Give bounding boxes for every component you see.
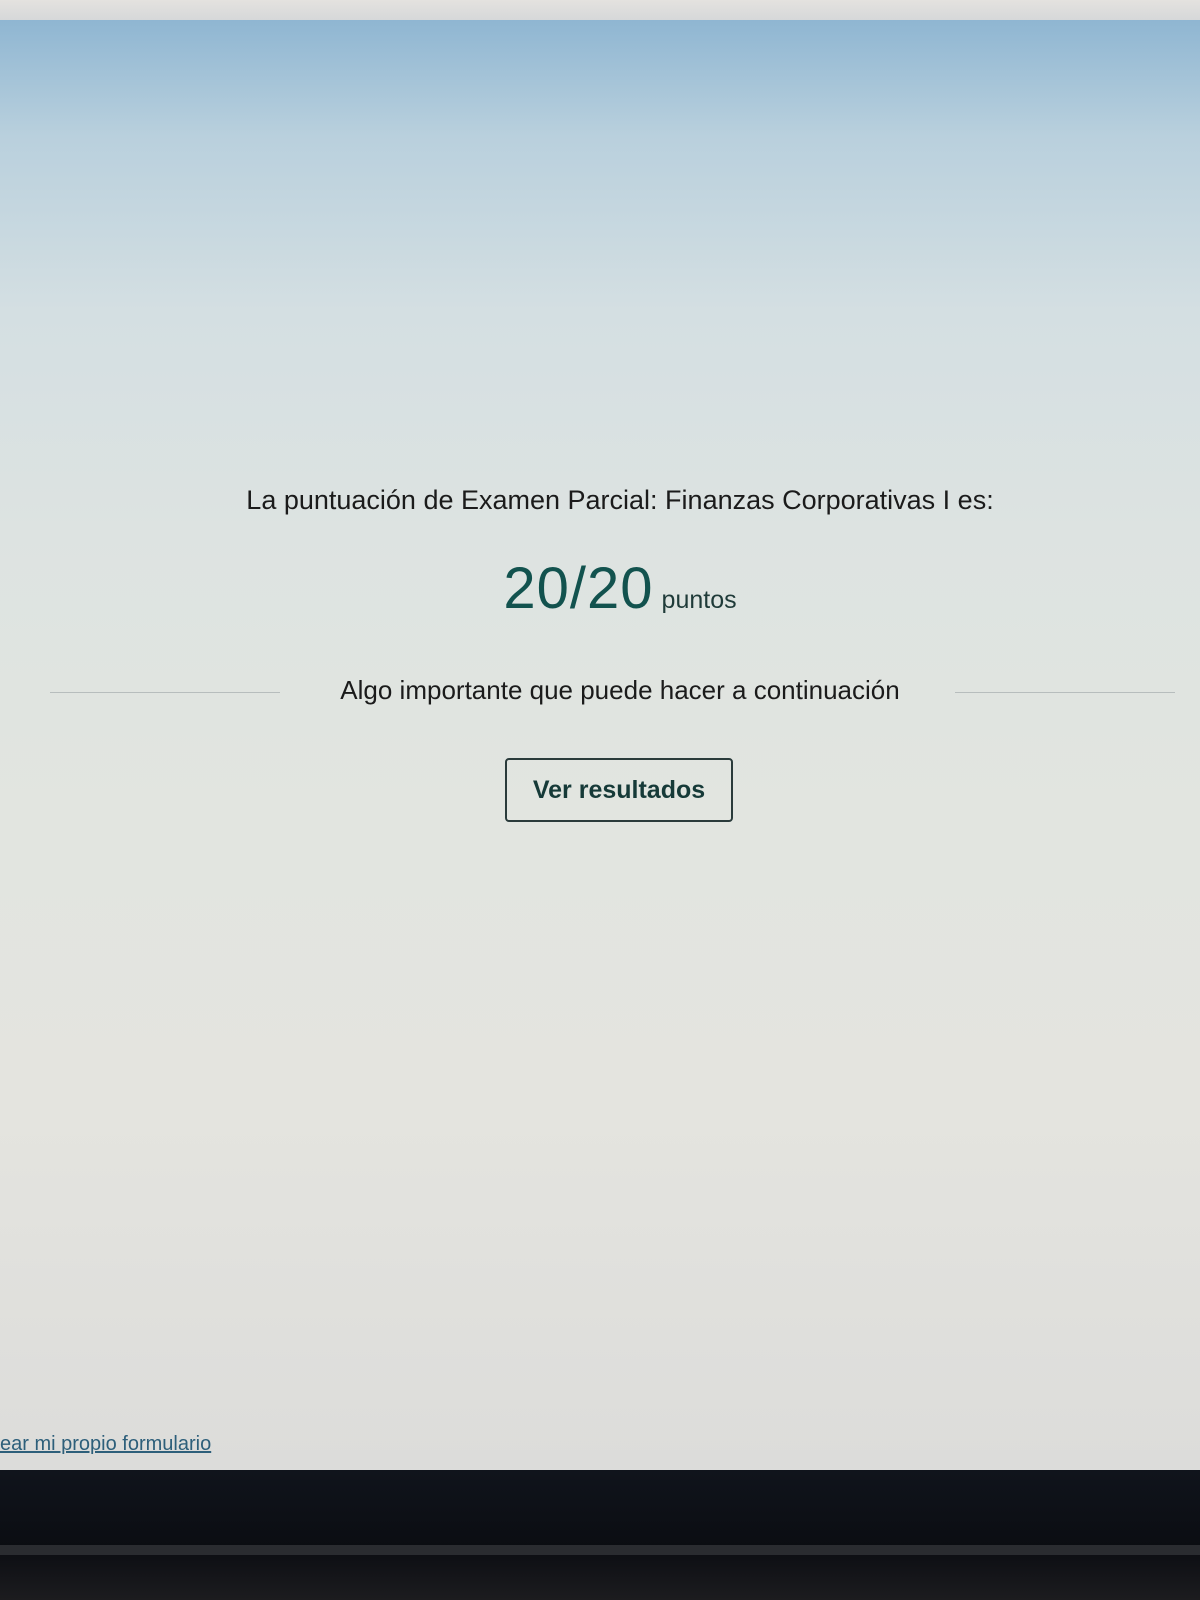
divider-right (955, 692, 1175, 693)
score-display: 20/20 puntos (0, 555, 1200, 622)
view-results-button[interactable]: Ver resultados (505, 758, 733, 822)
score-label: La puntuación de Examen Parcial: Finanza… (246, 485, 994, 515)
score-value: 20/20 (503, 556, 654, 621)
monitor-bezel-ridge (0, 1545, 1200, 1555)
create-own-form-link[interactable]: ear mi propio formulario (0, 1433, 211, 1456)
monitor-bottom-bezel (0, 1470, 1200, 1600)
forms-result-page: La puntuación de Examen Parcial: Finanza… (0, 20, 1200, 1475)
score-unit: puntos (661, 586, 737, 614)
next-steps-heading: Algo importante que puede hacer a contin… (340, 675, 900, 705)
